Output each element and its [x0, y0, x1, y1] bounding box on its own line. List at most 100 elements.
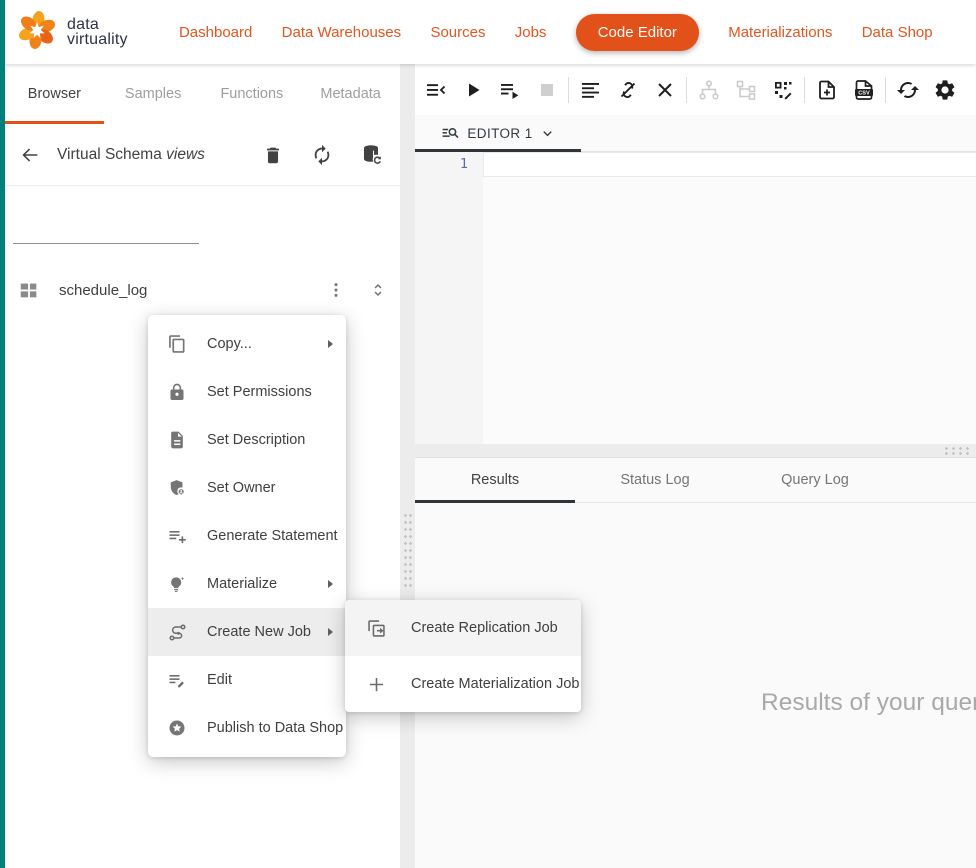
lock-icon: [167, 382, 187, 402]
context-menu: Copy... Set Permissions Set Description …: [148, 315, 346, 757]
app-window: datavirtuality Dashboard Data Warehouses…: [0, 0, 976, 868]
tab-query-log[interactable]: Query Log: [735, 458, 895, 502]
unlink-button[interactable]: [609, 70, 646, 110]
menu-item-publish-to-data-shop[interactable]: Publish to Data Shop: [148, 704, 346, 752]
active-code-line[interactable]: [483, 152, 976, 177]
submenu-caret-icon: [328, 340, 333, 348]
manage-search-icon: [441, 124, 460, 143]
schema-title: Virtual Schema views: [57, 146, 262, 164]
chevron-down-icon[interactable]: [540, 126, 555, 141]
query-plan-edit-button[interactable]: [764, 70, 801, 110]
swap-connection-button[interactable]: [889, 70, 926, 110]
menu-item-edit[interactable]: Edit: [148, 656, 346, 704]
schema-tree-button[interactable]: [727, 70, 764, 110]
route-icon: [167, 622, 188, 643]
export-csv-button[interactable]: CSV: [845, 70, 882, 110]
shield-person-icon: [167, 478, 187, 498]
tab-metadata[interactable]: Metadata: [301, 64, 400, 124]
replication-icon: [366, 618, 387, 639]
refresh-schema-button[interactable]: [311, 144, 333, 166]
reload-metadata-button[interactable]: [360, 143, 384, 167]
dependency-tree-icon: [697, 78, 721, 102]
stop-query-button[interactable]: [528, 70, 565, 110]
tree-item-label: schedule_log: [59, 282, 326, 299]
tab-functions[interactable]: Functions: [203, 64, 302, 124]
toolbar-divider: [804, 77, 805, 103]
main-nav: Dashboard Data Warehouses Sources Jobs C…: [128, 14, 976, 51]
tree-item-schedule-log[interactable]: schedule_log: [5, 271, 400, 309]
brand-flower-icon: [16, 9, 58, 56]
editor-toolbar: CSV: [415, 64, 976, 115]
nav-item-sources[interactable]: Sources: [430, 24, 485, 41]
create-job-submenu: Create Replication Job Create Materializ…: [345, 600, 581, 712]
run-selection-button[interactable]: [491, 70, 528, 110]
new-file-button[interactable]: [808, 70, 845, 110]
settings-button[interactable]: [926, 70, 963, 110]
tab-browser[interactable]: Browser: [5, 64, 104, 124]
toolbar-divider: [885, 77, 886, 103]
schema-tree-icon: [734, 78, 758, 102]
menu-item-set-description[interactable]: Set Description: [148, 416, 346, 464]
results-splitter: [415, 444, 976, 458]
submenu-caret-icon: [328, 580, 333, 588]
swap-connection-icon: [896, 78, 920, 102]
expand-item-button[interactable]: [368, 280, 388, 300]
dependency-tree-button[interactable]: [690, 70, 727, 110]
tab-results[interactable]: Results: [415, 458, 575, 502]
results-tab-bar: Results Status Log Query Log: [415, 458, 976, 503]
search-input[interactable]: [19, 220, 204, 238]
playlist-edit-icon: [167, 670, 187, 690]
trash-icon: [262, 144, 284, 166]
star-circle-icon: [167, 718, 187, 738]
menu-item-materialize[interactable]: Materialize: [148, 560, 346, 608]
menu-item-create-new-job[interactable]: Create New Job: [148, 608, 346, 656]
nav-item-materializations[interactable]: Materializations: [728, 24, 832, 41]
results-splitter-handle[interactable]: [943, 446, 973, 455]
menu-item-copy[interactable]: Copy...: [148, 320, 346, 368]
item-menu-button[interactable]: [326, 280, 346, 300]
clear-editor-button[interactable]: [646, 70, 683, 110]
line-number-gutter: 1: [415, 152, 483, 444]
menu-item-generate-statement[interactable]: Generate Statement: [148, 512, 346, 560]
run-icon: [461, 78, 485, 102]
editor-tab-label: EDITOR 1: [467, 126, 532, 141]
nav-item-data-warehouses[interactable]: Data Warehouses: [282, 24, 402, 41]
menu-item-create-replication-job[interactable]: Create Replication Job: [345, 600, 581, 656]
nav-item-jobs[interactable]: Jobs: [515, 24, 547, 41]
brand-name: datavirtuality: [67, 17, 128, 47]
results-placeholder-text: Results of your queries will be displaye…: [761, 689, 976, 717]
playlist-add-icon: [167, 526, 187, 546]
copy-icon: [167, 334, 187, 354]
plus-icon: [366, 674, 387, 695]
dots-vertical-icon: [326, 280, 346, 300]
schema-name: views: [166, 146, 205, 163]
tab-samples[interactable]: Samples: [104, 64, 203, 124]
table-grid-icon: [18, 279, 40, 301]
run-query-button[interactable]: [454, 70, 491, 110]
menu-item-set-permissions[interactable]: Set Permissions: [148, 368, 346, 416]
format-sql-button[interactable]: [572, 70, 609, 110]
nav-item-dashboard[interactable]: Dashboard: [179, 24, 252, 41]
sync-icon: [311, 144, 333, 166]
tab-editor-1[interactable]: EDITOR 1: [415, 115, 581, 151]
top-navbar: datavirtuality Dashboard Data Warehouses…: [0, 0, 976, 64]
collapse-editor-list-button[interactable]: [417, 70, 454, 110]
database-refresh-icon: [360, 143, 384, 167]
browser-panel-tabs: Browser Samples Functions Metadata: [5, 64, 400, 124]
format-sql-icon: [579, 78, 603, 102]
code-editor-area[interactable]: 1: [415, 152, 976, 444]
lightbulb-icon: [167, 574, 187, 594]
menu-item-create-materialization-job[interactable]: Create Materialization Job: [345, 656, 581, 712]
collapse-editor-list-icon: [424, 78, 448, 102]
nav-item-code-editor[interactable]: Code Editor: [576, 14, 699, 51]
tab-status-log[interactable]: Status Log: [575, 458, 735, 502]
nav-item-data-shop[interactable]: Data Shop: [862, 24, 933, 41]
line-number: 1: [460, 156, 468, 172]
menu-item-set-owner[interactable]: Set Owner: [148, 464, 346, 512]
query-plan-edit-icon: [771, 78, 795, 102]
brand-logo[interactable]: datavirtuality: [16, 9, 128, 56]
back-button[interactable]: [19, 144, 41, 166]
panel-splitter-handle[interactable]: [403, 512, 413, 590]
clear-icon: [653, 78, 677, 102]
delete-schema-button[interactable]: [262, 144, 284, 166]
